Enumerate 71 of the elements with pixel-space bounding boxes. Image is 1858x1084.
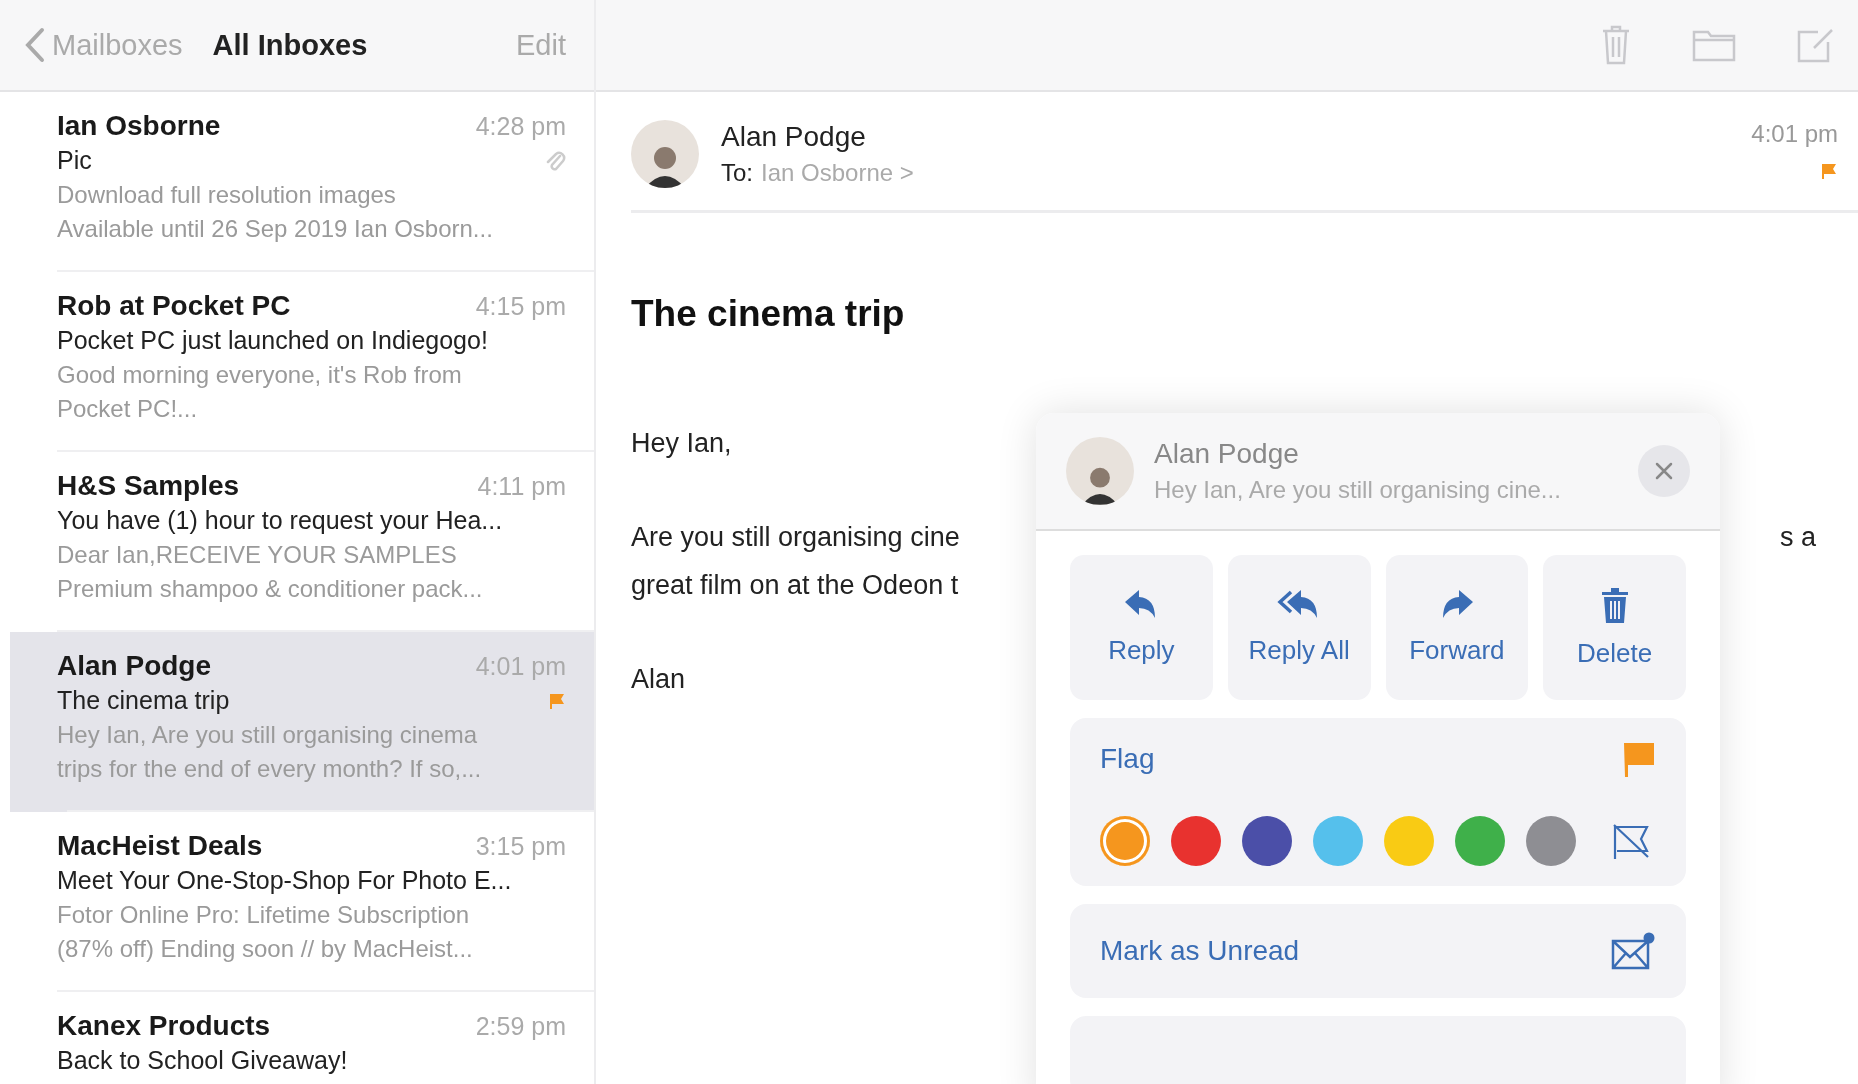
message-subject: Back to School Giveaway! — [57, 1046, 348, 1075]
message-time: 4:15 pm — [475, 292, 566, 321]
message-preview: Hey Ian, Are you still organising cine... — [1154, 476, 1562, 504]
message-preview: Dear Ian,RECEIVE YOUR SAMPLES — [57, 541, 458, 569]
message-preview: (87% off) Ending soon // by MacHeist... — [57, 935, 474, 963]
sender-name: MacHeist Deals — [57, 830, 263, 862]
body-text: Are you still organising cine — [631, 521, 960, 554]
action-button[interactable]: Reply — [1070, 555, 1213, 700]
sender-name: Alan Podge — [1154, 438, 1300, 470]
message-preview: Premium shampoo & conditioner pack... — [57, 575, 484, 603]
envelope-icon — [1610, 931, 1656, 971]
action-button[interactable]: Delete — [1543, 555, 1686, 700]
message-time: 3:15 pm — [475, 832, 566, 861]
sender-name: Alan Podge — [721, 121, 867, 153]
action-button[interactable]: Forward — [1385, 555, 1529, 700]
action-button[interactable]: Reply All — [1227, 555, 1371, 700]
close-icon — [1654, 461, 1674, 481]
message-time: 4:28 pm — [475, 112, 566, 141]
sender-name: Alan Podge — [57, 650, 211, 682]
trash-button[interactable] — [1600, 24, 1632, 66]
folder-icon — [1692, 28, 1736, 62]
message-time: 4:11 pm — [477, 472, 566, 501]
message-subject: The cinema trip — [631, 293, 906, 335]
message-preview: Good morning everyone, it's Rob from — [57, 361, 463, 389]
mark-as-unread-button[interactable]: Mark as Unread — [1070, 904, 1686, 998]
message-preview: Pocket PC!... — [57, 395, 199, 423]
message-list-item[interactable]: Rob at Pocket PC 4:15 pm Pocket PC just launched on Indiegogo! Good morning everyone, it's Rob from Pocket PC!... — [0, 272, 594, 452]
message-time: 4:01 pm — [1751, 120, 1838, 148]
compose-button[interactable] — [1796, 26, 1836, 64]
message-subject: You have (1) hour to request your Hea... — [57, 506, 503, 535]
flag-icon — [1622, 740, 1656, 778]
message-list-item[interactable]: Alan Podge 4:01 pm The cinema trip Hey Ian, Are you still organising cinema trips for the end of every month? If so,... — [10, 632, 594, 812]
flag-color-option[interactable] — [1526, 816, 1576, 866]
message-subject: Pocket PC just launched on Indiegogo! — [57, 326, 488, 355]
flag-color-option[interactable] — [1455, 816, 1505, 866]
message-preview: trips for the end of every month? If so,... — [57, 755, 483, 783]
sender-name: Ian Osborne — [57, 110, 221, 142]
message-subject: The cinema trip — [57, 686, 230, 715]
message-subject: Pic — [57, 146, 92, 175]
trash-icon — [1600, 24, 1632, 66]
message-time: 4:01 pm — [475, 652, 566, 681]
folder-button[interactable] — [1692, 28, 1736, 62]
flag-color-option[interactable] — [1242, 816, 1292, 866]
mailbox-title: All Inboxes — [212, 28, 369, 62]
flag-color-option[interactable] — [1313, 816, 1363, 866]
message-preview: Download full resolution images — [57, 181, 397, 209]
message-list-item[interactable]: Kanex Products 2:59 pm Back to School Giveaway! — [0, 992, 594, 1084]
body-text: great film on at the Odeon t — [631, 569, 959, 602]
clear-flag-icon[interactable] — [1611, 821, 1651, 861]
chevron-left-icon — [24, 27, 46, 63]
body-text: s a — [1779, 521, 1816, 554]
flag-color-option[interactable] — [1384, 816, 1434, 866]
to-label: To: — [721, 159, 753, 187]
message-preview: Available until 26 Sep 2019 Ian Osborn... — [57, 215, 494, 243]
sender-name: Kanex Products — [57, 1010, 271, 1042]
message-preview: Hey Ian, Are you still organising cinema — [57, 721, 479, 749]
sender-name: H&S Samples — [57, 470, 240, 502]
sender-name: Rob at Pocket PC — [57, 290, 291, 322]
message-list-item[interactable]: MacHeist Deals 3:15 pm Meet Your One-Stop-Shop For Photo E... Fotor Online Pro: Lifetime Subscription (87% off) Ending soon // by MacHeist... — [0, 812, 594, 992]
body-text: Alan — [631, 663, 686, 696]
message-subject: Meet Your One-Stop-Shop For Photo E... — [57, 866, 512, 895]
compose-icon — [1796, 26, 1836, 64]
trash-icon — [1599, 586, 1630, 624]
message-list-item[interactable]: Ian Osborne 4:28 pm Pic Download full resolution images Available until 26 Sep 2019 Ian Osborn... — [0, 92, 594, 272]
body-text: Hey Ian, — [631, 427, 732, 460]
message-preview: Fotor Online Pro: Lifetime Subscription — [57, 901, 471, 929]
message-time: 2:59 pm — [475, 1012, 566, 1041]
flag-color-option[interactable] — [1100, 816, 1150, 866]
flag-color-option[interactable] — [1171, 816, 1221, 866]
close-button[interactable] — [1638, 445, 1690, 497]
flag-label: Flag — [1100, 743, 1155, 775]
